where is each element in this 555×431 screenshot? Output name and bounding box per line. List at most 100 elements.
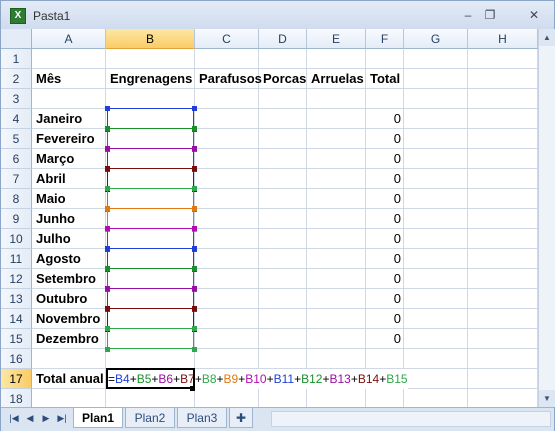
reference-handle[interactable]	[192, 226, 197, 231]
reference-handle[interactable]	[105, 126, 110, 131]
vertical-scrollbar[interactable]: ▲ ▼	[538, 29, 555, 407]
reference-handle[interactable]	[105, 246, 110, 251]
reference-handle[interactable]	[192, 246, 197, 251]
total-cell[interactable]: 0	[366, 309, 401, 329]
reference-handle[interactable]	[192, 106, 197, 111]
total-cell[interactable]: 0	[366, 189, 401, 209]
row-header-4[interactable]: 4	[1, 109, 32, 129]
row-header-17[interactable]: 17	[1, 369, 32, 389]
sheet-tab-plan1[interactable]: Plan1	[73, 408, 123, 428]
reference-handle[interactable]	[105, 206, 110, 211]
reference-handle[interactable]	[192, 206, 197, 211]
active-cell-b17[interactable]	[106, 368, 195, 389]
row-header-7[interactable]: 7	[1, 169, 32, 189]
header-cell-e[interactable]: Arruelas	[311, 69, 364, 89]
column-header-f[interactable]: F	[366, 29, 404, 49]
reference-handle[interactable]	[105, 146, 110, 151]
month-cell[interactable]: Julho	[36, 229, 71, 249]
total-cell[interactable]: 0	[366, 229, 401, 249]
select-all-corner[interactable]	[1, 29, 32, 49]
reference-handle[interactable]	[192, 266, 197, 271]
fill-handle[interactable]	[190, 386, 195, 391]
total-cell[interactable]: 0	[366, 149, 401, 169]
header-cell-d[interactable]: Porcas	[263, 69, 306, 89]
month-cell[interactable]: Março	[36, 149, 74, 169]
total-anual-label[interactable]: Total anual	[36, 369, 104, 389]
spreadsheet-grid[interactable]: A B C D E F G H 1 2 3 4 5 6 7 8 9 10 11 12 13 14 15 16 17 18 Mês En…	[1, 29, 538, 407]
total-cell[interactable]: 0	[366, 289, 401, 309]
month-cell[interactable]: Fevereiro	[36, 129, 95, 149]
month-cell[interactable]: Dezembro	[36, 329, 99, 349]
prev-sheet-icon[interactable]: ◀	[23, 411, 37, 425]
header-cell-a[interactable]: Mês	[36, 69, 61, 89]
reference-handle[interactable]	[105, 306, 110, 311]
reference-handle[interactable]	[192, 347, 197, 352]
row-header-8[interactable]: 8	[1, 189, 32, 209]
row-header-5[interactable]: 5	[1, 129, 32, 149]
reference-handle[interactable]	[105, 166, 110, 171]
month-cell[interactable]: Setembro	[36, 269, 96, 289]
column-header-d[interactable]: D	[259, 29, 307, 49]
reference-handle[interactable]	[192, 126, 197, 131]
scroll-down-icon[interactable]: ▼	[539, 390, 555, 407]
reference-handle[interactable]	[105, 286, 110, 291]
row-header-1[interactable]: 1	[1, 49, 32, 69]
reference-handle[interactable]	[192, 166, 197, 171]
reference-handle[interactable]	[192, 306, 197, 311]
header-cell-c[interactable]: Parafusos	[199, 69, 262, 89]
column-header-c[interactable]: C	[195, 29, 259, 49]
reference-handle[interactable]	[192, 326, 197, 331]
total-cell[interactable]: 0	[366, 209, 401, 229]
month-cell[interactable]: Junho	[36, 209, 75, 229]
month-cell[interactable]: Agosto	[36, 249, 81, 269]
reference-handle[interactable]	[105, 347, 110, 352]
total-cell[interactable]: 0	[366, 249, 401, 269]
reference-handle[interactable]	[192, 286, 197, 291]
month-cell[interactable]: Outubro	[36, 289, 87, 309]
row-header-13[interactable]: 13	[1, 289, 32, 309]
scroll-up-icon[interactable]: ▲	[539, 29, 555, 46]
row-header-10[interactable]: 10	[1, 229, 32, 249]
month-cell[interactable]: Janeiro	[36, 109, 82, 129]
month-cell[interactable]: Abril	[36, 169, 66, 189]
reference-handle[interactable]	[105, 326, 110, 331]
row-header-16[interactable]: 16	[1, 349, 32, 369]
month-cell[interactable]: Maio	[36, 189, 66, 209]
reference-handle[interactable]	[192, 186, 197, 191]
total-cell[interactable]: 0	[366, 269, 401, 289]
column-header-g[interactable]: G	[404, 29, 468, 49]
header-cell-b[interactable]: Engrenagens	[110, 69, 192, 89]
row-header-6[interactable]: 6	[1, 149, 32, 169]
first-sheet-icon[interactable]: |◀	[7, 411, 21, 425]
close-icon[interactable]: ✕	[525, 7, 543, 23]
restore-icon[interactable]: ❐	[481, 7, 499, 23]
column-header-b[interactable]: B	[106, 29, 195, 49]
horizontal-scrollbar[interactable]	[271, 411, 551, 427]
reference-handle[interactable]	[105, 266, 110, 271]
total-cell[interactable]: 0	[366, 129, 401, 149]
reference-handle[interactable]	[105, 186, 110, 191]
reference-handle[interactable]	[105, 106, 110, 111]
total-cell[interactable]: 0	[366, 109, 401, 129]
row-header-12[interactable]: 12	[1, 269, 32, 289]
row-header-9[interactable]: 9	[1, 209, 32, 229]
row-header-2[interactable]: 2	[1, 69, 32, 89]
month-cell[interactable]: Novembro	[36, 309, 100, 329]
insert-sheet-icon[interactable]: ✚	[229, 408, 253, 428]
row-header-14[interactable]: 14	[1, 309, 32, 329]
row-header-11[interactable]: 11	[1, 249, 32, 269]
row-header-18[interactable]: 18	[1, 389, 32, 407]
minimize-icon[interactable]: –	[459, 7, 477, 23]
column-header-h[interactable]: H	[468, 29, 538, 49]
next-sheet-icon[interactable]: ▶	[39, 411, 53, 425]
reference-handle[interactable]	[192, 146, 197, 151]
reference-handle[interactable]	[105, 226, 110, 231]
column-header-a[interactable]: A	[32, 29, 106, 49]
row-header-15[interactable]: 15	[1, 329, 32, 349]
header-cell-f[interactable]: Total	[370, 69, 400, 89]
total-cell[interactable]: 0	[366, 329, 401, 349]
sheet-tab-plan2[interactable]: Plan2	[125, 408, 175, 428]
sheet-tab-plan3[interactable]: Plan3	[177, 408, 227, 428]
total-cell[interactable]: 0	[366, 169, 401, 189]
row-header-3[interactable]: 3	[1, 89, 32, 109]
